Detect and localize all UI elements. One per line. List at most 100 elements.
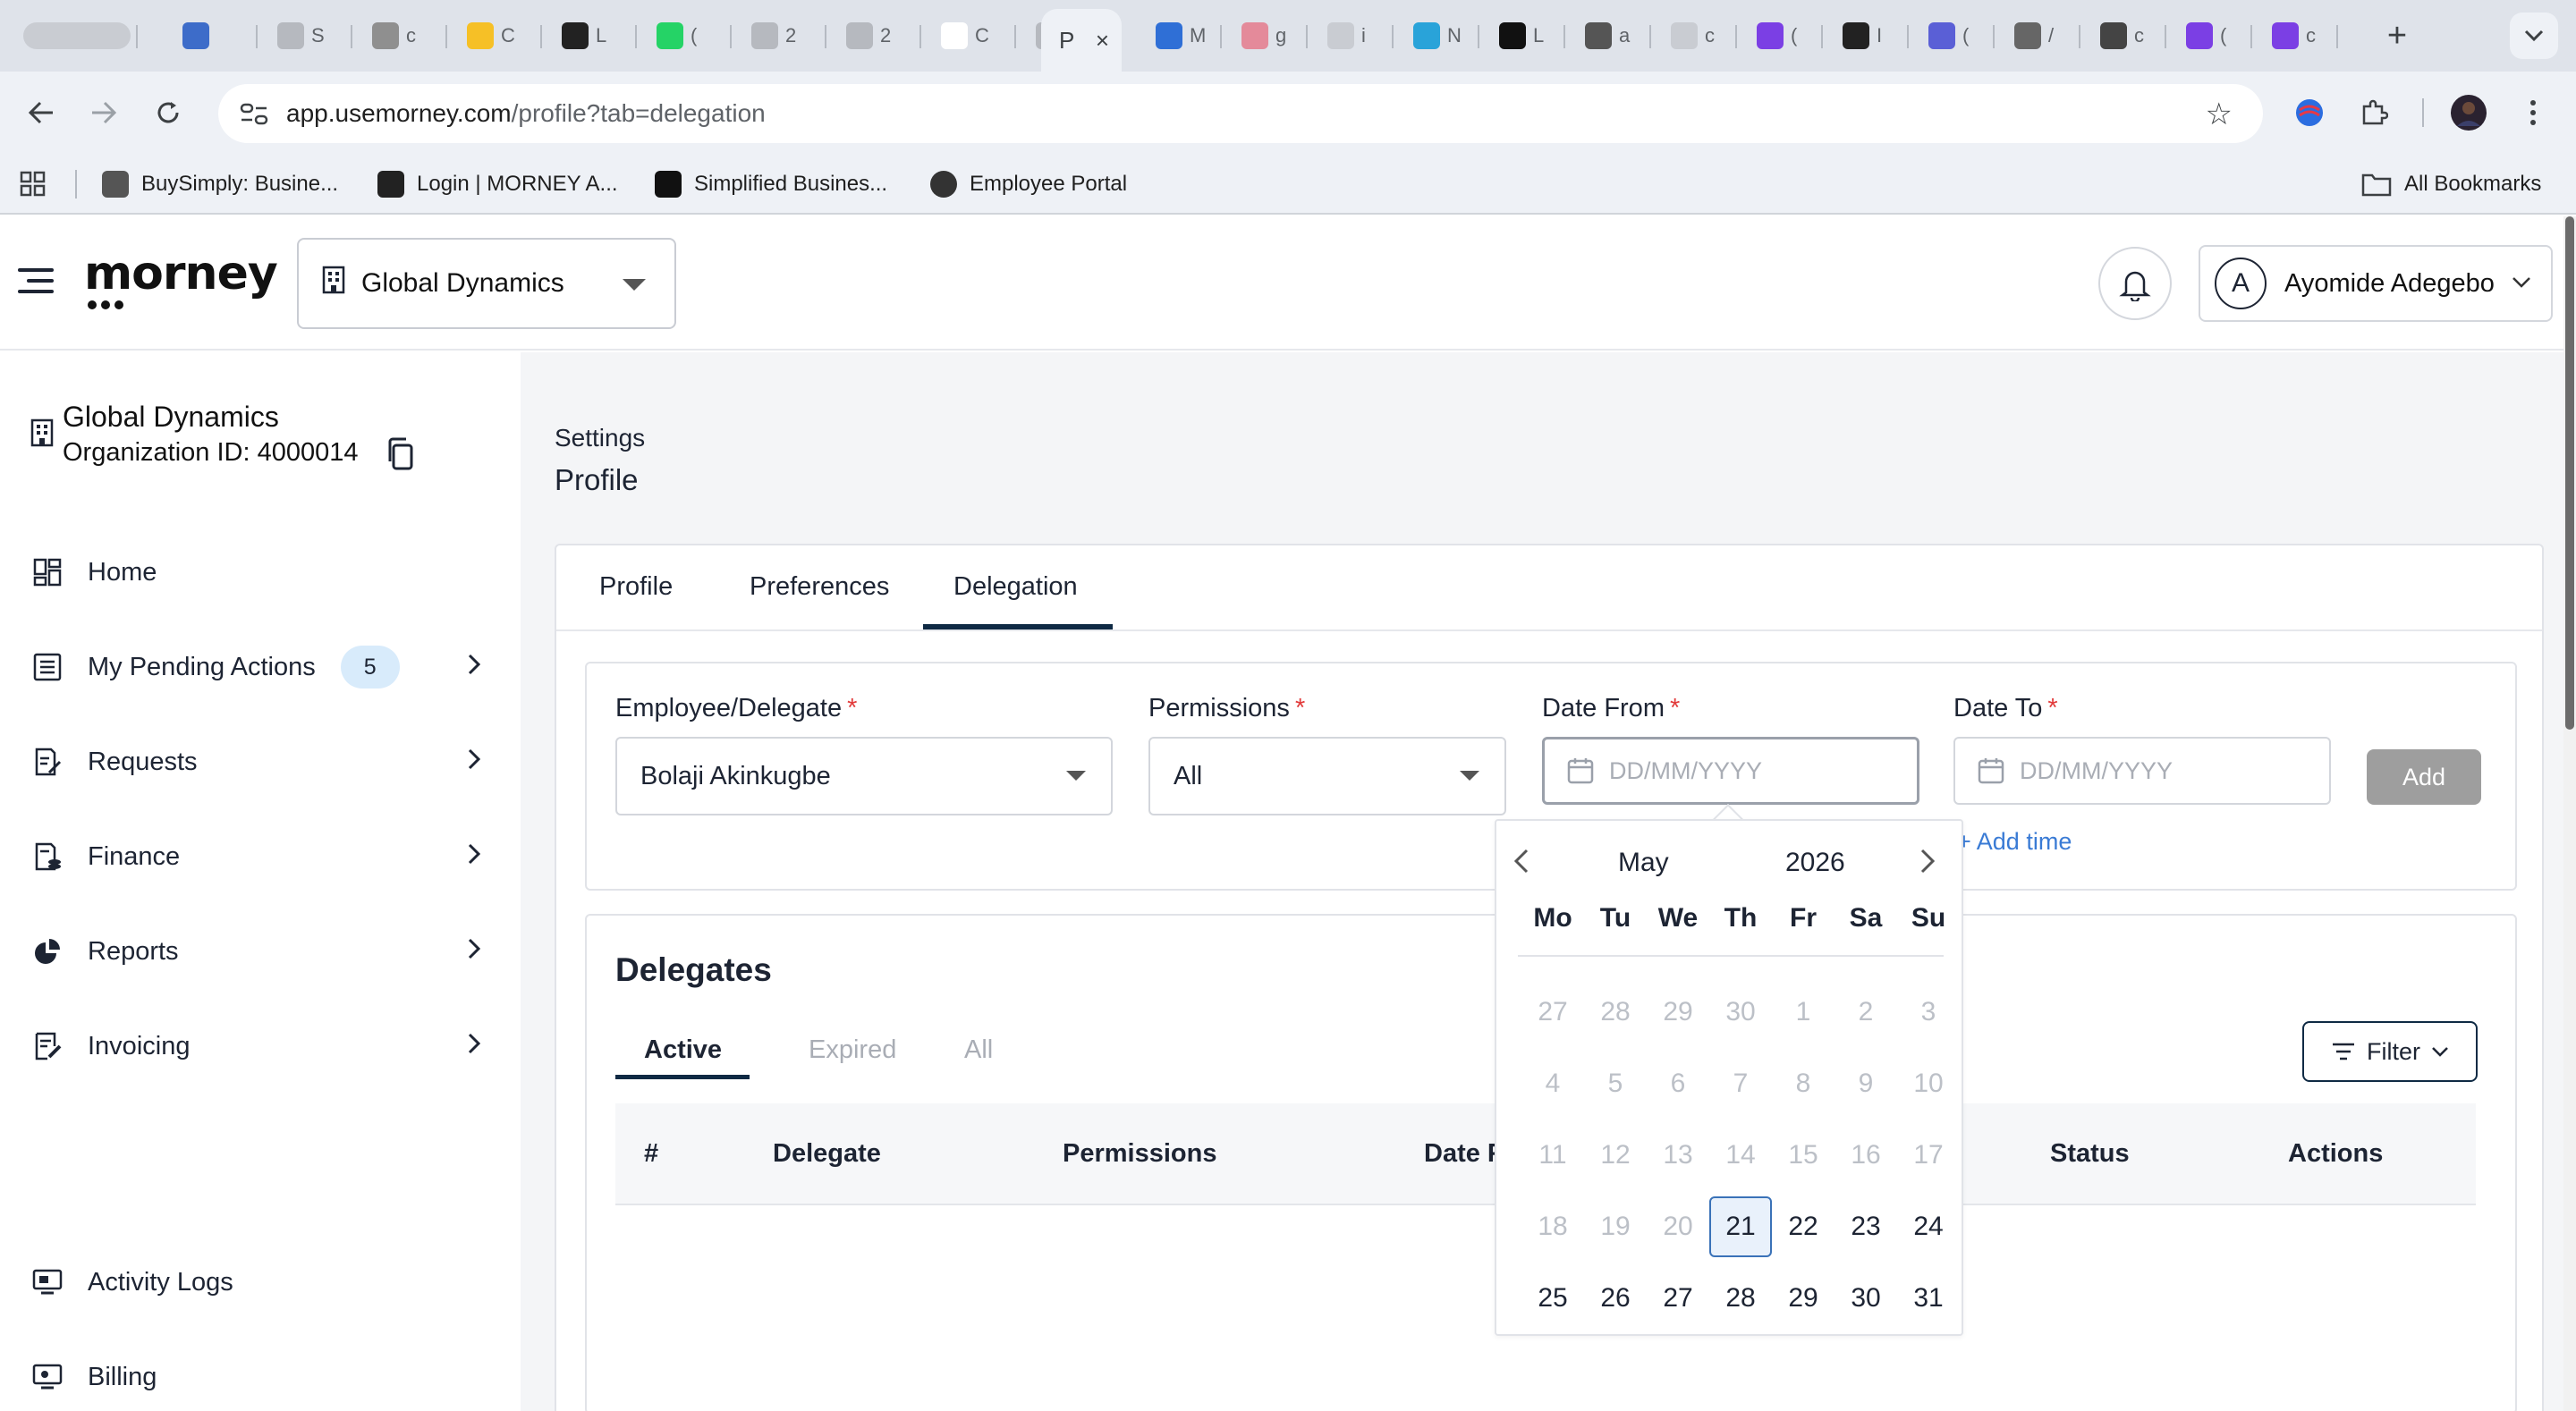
browser-tab[interactable]: C [921,13,1016,59]
apps-grid-icon[interactable] [20,168,47,200]
notifications-bell-icon[interactable] [2098,247,2172,320]
extension-icon[interactable] [2290,93,2329,132]
address-bar[interactable]: app.usemorney.com/profile?tab=delegation… [218,84,2263,143]
browser-tab[interactable]: S [258,13,352,59]
browser-tab[interactable]: a [1565,13,1651,59]
active-browser-tab[interactable]: P × [1041,9,1122,72]
browser-tab[interactable]: c [1651,13,1737,59]
browser-tab[interactable]: ( [2166,13,2252,59]
forward-arrow-icon[interactable] [82,91,125,134]
close-tab-icon[interactable]: × [1096,27,1109,55]
browser-tab[interactable]: g [1222,13,1308,59]
bookmark-star-icon[interactable]: ☆ [2206,97,2233,132]
previous-month-chevron-icon[interactable] [1513,848,1539,878]
browser-tab[interactable]: N [1394,13,1479,59]
tab-favicon-icon [562,22,589,49]
tab-active[interactable]: Active [644,1035,722,1065]
browser-tab[interactable]: C [447,13,542,59]
tab-delegation[interactable]: Delegation [953,572,1078,602]
profile-avatar-icon[interactable] [2449,93,2488,132]
browser-tab[interactable]: M [1136,13,1222,59]
bookmark-employee-portal[interactable]: Employee Portal [930,168,1127,200]
tab-favicon-icon [751,22,778,49]
permissions-value: All [1174,761,1203,790]
tab-expired[interactable]: Expired [809,1035,896,1065]
tab-search-chevron-icon[interactable] [2510,13,2558,59]
browser-tab[interactable]: I [1823,13,1909,59]
sidebar-item-activity-logs[interactable]: Activity Logs [32,1255,488,1309]
tab-profile[interactable]: Profile [599,572,673,602]
tab-title: ( [691,24,698,46]
menu-toggle-icon[interactable] [18,263,54,299]
calendar-day[interactable]: 21 [1709,1196,1772,1257]
organization-select[interactable]: Global Dynamics [297,238,676,329]
datepicker-month[interactable]: May [1618,848,1669,878]
browser-tab[interactable] [163,13,258,59]
sidebar-item-label: Billing [88,1362,157,1391]
calendar-day[interactable]: 23 [1835,1196,1897,1257]
extensions-puzzle-icon[interactable] [2354,93,2394,132]
browser-tab[interactable]: 2 [826,13,921,59]
browser-tab[interactable]: L [1479,13,1565,59]
bookmarks-bar: BuySimply: Busine... Login | MORNEY A...… [0,154,2576,215]
site-settings-icon[interactable] [238,97,270,130]
browser-tab[interactable]: c [2080,13,2166,59]
datepicker-year[interactable]: 2026 [1785,848,1845,878]
employee-label: Employee/Delegate * [615,694,858,722]
add-delegate-button[interactable]: Add [2367,749,2481,805]
reload-icon[interactable] [147,91,190,134]
new-tab-button[interactable]: + [2376,14,2419,57]
sidebar-item-requests[interactable]: Requests [32,735,488,789]
page-scrollbar[interactable] [2563,216,2576,1411]
bookmark-buysimply[interactable]: BuySimply: Busine... [102,168,338,200]
browser-menu-icon[interactable] [2513,93,2553,132]
sidebar-item-pending-actions[interactable]: My Pending Actions 5 [32,640,488,694]
next-month-chevron-icon[interactable] [1919,848,1945,878]
browser-tab[interactable]: c [2252,13,2338,59]
calendar-day[interactable]: 25 [1521,1268,1584,1329]
bookmark-morney-login[interactable]: Login | MORNEY A... [377,168,618,200]
date-from-input[interactable]: DD/MM/YYYY [1542,737,1919,805]
tab-all[interactable]: All [964,1035,993,1065]
browser-tab[interactable]: c [352,13,447,59]
user-menu[interactable]: A Ayomide Adegebo [2199,245,2553,322]
permissions-select[interactable]: All [1148,737,1506,815]
sidebar-item-invoicing[interactable]: Invoicing [32,1019,488,1073]
sidebar-item-finance[interactable]: Finance [32,830,488,883]
browser-tab[interactable]: / [1995,13,2080,59]
add-time-link[interactable]: + Add time [1957,828,2072,856]
back-arrow-icon[interactable] [20,91,63,134]
user-name: Ayomide Adegebo [2284,268,2495,298]
sidebar-item-billing[interactable]: Billing [32,1350,488,1404]
employee-value: Bolaji Akinkugbe [640,761,831,790]
filter-button[interactable]: Filter [2302,1021,2478,1082]
scrollbar-thumb[interactable] [2565,216,2574,730]
calendar-day[interactable]: 30 [1835,1268,1897,1329]
calendar-day[interactable]: 29 [1772,1268,1835,1329]
all-bookmarks[interactable]: All Bookmarks [2361,168,2541,200]
calendar-day[interactable]: 28 [1709,1268,1772,1329]
calendar-day[interactable]: 22 [1772,1196,1835,1257]
calendar-day[interactable]: 27 [1647,1268,1709,1329]
sidebar-item-reports[interactable]: Reports [32,925,488,978]
calendar-day[interactable]: 31 [1897,1268,1960,1329]
breadcrumb[interactable]: Settings [555,424,645,452]
tab-preferences[interactable]: Preferences [750,572,889,602]
browser-tab[interactable]: i [1308,13,1394,59]
date-to-input[interactable]: DD/MM/YYYY [1953,737,2331,805]
browser-tab[interactable]: ( [1737,13,1823,59]
active-tab-indicator [923,624,1113,629]
browser-tab[interactable]: ( [637,13,732,59]
calendar-day[interactable]: 26 [1584,1268,1647,1329]
browser-tab[interactable]: ( [1909,13,1995,59]
browser-tab[interactable]: 2 [732,13,826,59]
bookmark-simplified-business[interactable]: Simplified Busines... [655,168,887,200]
browser-tab[interactable]: L [542,13,637,59]
weekday-header: Tu [1599,903,1631,933]
employee-delegate-select[interactable]: Bolaji Akinkugbe [615,737,1113,815]
copy-icon[interactable] [385,436,420,472]
sidebar-item-home[interactable]: Home [32,545,488,599]
morney-logo[interactable]: morney [84,247,278,300]
browser-tab[interactable] [4,13,138,59]
calendar-day[interactable]: 24 [1897,1196,1960,1257]
